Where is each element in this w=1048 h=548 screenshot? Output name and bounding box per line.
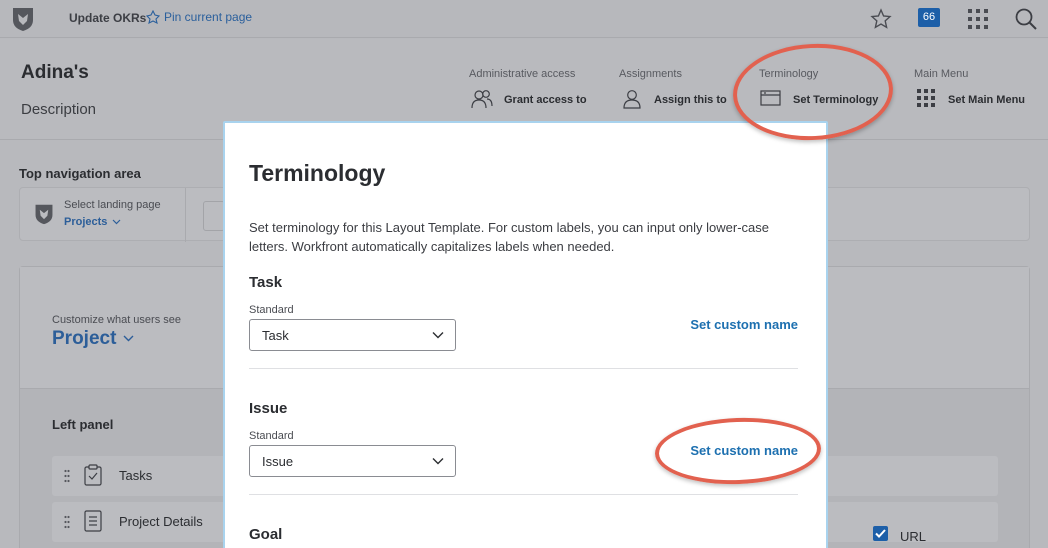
terminology-column: Terminology Set Terminology [759, 68, 878, 106]
pin-current-page-link[interactable]: Pin current page [146, 10, 252, 24]
template-description[interactable]: Description [21, 101, 96, 118]
template-name: Adina's [21, 62, 89, 83]
landing-page-value: Projects [64, 216, 108, 228]
set-terminology-button[interactable]: Set Terminology [793, 94, 878, 106]
menu-grid-icon [917, 89, 935, 107]
user-icon [623, 90, 641, 109]
left-panel-item-label: Project Details [119, 514, 203, 529]
left-panel-item-label: Tasks [119, 468, 153, 483]
left-panel-title: Left panel [52, 417, 114, 432]
dialog-description: Set terminology for this Layout Template… [249, 220, 770, 254]
standard-label: Standard [249, 304, 294, 316]
pin-label: Pin current page [164, 10, 253, 24]
drag-handle[interactable] [203, 201, 225, 231]
select-landing-page-label: Select landing page [64, 199, 161, 211]
search-icon[interactable] [1014, 7, 1038, 31]
grant-access-button[interactable]: Grant access to [504, 94, 587, 106]
customize-label: Customize what users see [52, 314, 181, 326]
section-name: Task [249, 274, 283, 291]
top-navigation-title: Top navigation area [19, 166, 141, 181]
drag-dots-icon [64, 515, 70, 529]
task-standard-select[interactable]: Task [249, 319, 456, 351]
terminology-dialog: Terminology Set terminology for this Lay… [223, 121, 828, 548]
section-name: Goal [249, 526, 283, 543]
set-custom-name-link[interactable]: Set custom name [690, 317, 798, 332]
chevron-down-icon [432, 458, 444, 465]
set-custom-name-link[interactable]: Set custom name [690, 443, 798, 458]
url-checkbox[interactable] [873, 526, 888, 541]
landing-page-dropdown[interactable]: Projects [64, 216, 121, 228]
document-icon [84, 510, 102, 532]
section-divider [249, 494, 798, 495]
terminology-label: Terminology [759, 68, 819, 80]
admin-access-label: Administrative access [469, 68, 576, 80]
section-name: Issue [249, 400, 288, 417]
select-value: Task [262, 328, 289, 343]
top-bar: Update OKRs Pin current page 66 [0, 0, 1048, 38]
main-menu-column: Main Menu Set Main Menu [914, 68, 1025, 107]
chevron-down-icon [123, 335, 134, 342]
apps-grid-icon[interactable] [968, 9, 988, 29]
assignments-label: Assignments [619, 68, 682, 80]
dialog-title: Terminology [249, 160, 386, 186]
issue-standard-select[interactable]: Issue [249, 445, 456, 477]
workfront-logo-icon [35, 204, 53, 225]
admin-access-column: Administrative access Grant access to [469, 68, 587, 109]
drag-dots-icon [64, 469, 70, 483]
terminology-section-task: Task Standard Task Set custom name [249, 274, 798, 369]
main-menu-label: Main Menu [914, 68, 969, 80]
url-label: URL [900, 529, 927, 544]
notification-badge[interactable]: 66 [918, 8, 940, 27]
assignments-column: Assignments Assign this to [619, 68, 727, 109]
page-title: Update OKRs [69, 11, 147, 25]
terminology-section-goal: Goal [249, 526, 798, 543]
users-group-icon [471, 90, 493, 109]
select-value: Issue [262, 454, 294, 469]
assign-this-button[interactable]: Assign this to [654, 94, 727, 106]
set-main-menu-button[interactable]: Set Main Menu [948, 94, 1025, 106]
checkmark-icon [875, 529, 886, 538]
standard-label: Standard [249, 430, 294, 442]
chevron-down-icon [432, 332, 444, 339]
section-divider [249, 368, 798, 369]
object-type-value: Project [52, 328, 117, 349]
window-icon [760, 90, 781, 106]
clipboard-check-icon [84, 464, 102, 486]
divider [185, 188, 186, 242]
star-icon[interactable] [870, 8, 892, 30]
terminology-section-issue: Issue Standard Issue Set custom name [249, 400, 798, 495]
object-type-dropdown[interactable]: Project [52, 328, 134, 350]
pin-icon [146, 10, 160, 24]
chevron-down-icon [113, 219, 121, 225]
workfront-logo-icon[interactable] [10, 6, 36, 32]
